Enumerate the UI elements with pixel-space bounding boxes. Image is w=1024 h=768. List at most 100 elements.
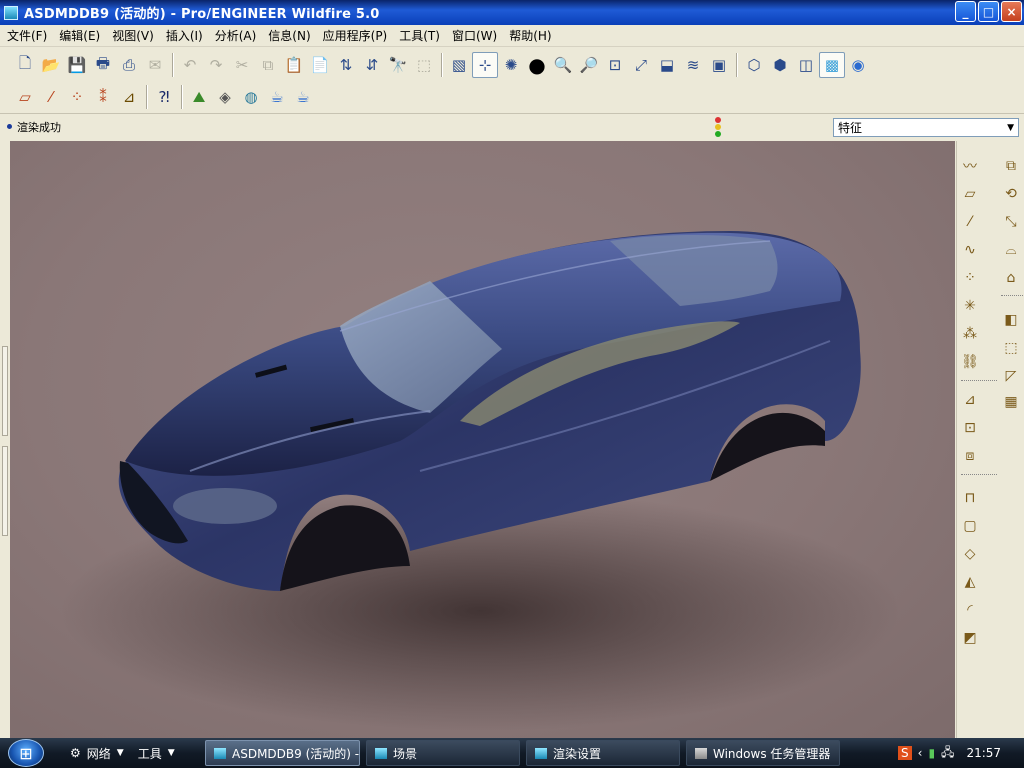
reorient-icon[interactable]: ⤢ (628, 52, 654, 78)
save-icon[interactable]: 💾 (64, 52, 90, 78)
paste-special-icon[interactable]: 📄 (307, 52, 333, 78)
datum-point-icon[interactable]: ⁘ (958, 266, 982, 290)
redo-icon[interactable]: ↷ (203, 52, 229, 78)
saved-views-icon[interactable]: ⬓ (654, 52, 680, 78)
start-button[interactable]: ⊞ (8, 739, 44, 767)
annotation-display-icon[interactable]: ⊿ (116, 84, 142, 110)
revolve-icon[interactable]: ⟲ (999, 182, 1023, 206)
sweep-icon[interactable]: ⤡ (999, 210, 1023, 234)
copy-feature-icon[interactable]: ⧈ (958, 444, 982, 468)
menu-info[interactable]: 信息(N) (265, 27, 319, 44)
network-status-icon[interactable]: 🖧 (941, 743, 954, 764)
enhanced-realism-icon[interactable]: ◉ (845, 52, 871, 78)
cut-icon[interactable]: ✂ (229, 52, 255, 78)
round-icon[interactable]: ◜ (958, 598, 982, 622)
menu-analysis[interactable]: 分析(A) (212, 27, 266, 44)
battery-icon[interactable]: ▮ (928, 746, 935, 760)
display-style-icon[interactable]: ● (524, 52, 550, 78)
menu-file[interactable]: 文件(F) (4, 27, 56, 44)
analysis-feature-icon[interactable]: ⁂ (958, 322, 982, 346)
navigator-sash-handle[interactable] (2, 346, 8, 436)
selection-box-icon[interactable]: ⬚ (411, 52, 437, 78)
chamfer-icon[interactable]: ◩ (958, 626, 982, 650)
datum-curve-icon[interactable]: ∿ (958, 238, 982, 262)
shading-icon[interactable]: ▩ (819, 52, 845, 78)
boundary-blend-icon[interactable]: ⌓ (999, 238, 1023, 262)
datum-point-display-icon[interactable]: ⁘ (64, 84, 90, 110)
task-task-manager[interactable]: Windows 任务管理器 (686, 740, 840, 766)
orient-mode-icon[interactable]: ✺ (498, 52, 524, 78)
hidden-line-icon[interactable]: ⬢ (767, 52, 793, 78)
fill-surface-icon[interactable]: ⌂ (999, 266, 1023, 290)
undo-icon[interactable]: ↶ (177, 52, 203, 78)
layers-icon[interactable]: ≋ (680, 52, 706, 78)
app-icon[interactable] (4, 5, 18, 20)
minimize-button[interactable]: _ (955, 1, 976, 22)
render-setup-icon[interactable]: ☕ (264, 84, 290, 110)
menu-insert[interactable]: 插入(I) (163, 27, 212, 44)
no-hidden-icon[interactable]: ◫ (793, 52, 819, 78)
new-file-icon[interactable]: 🗋 (12, 52, 38, 78)
chevron-down-icon[interactable]: ▼ (168, 748, 175, 758)
datum-plane-icon[interactable]: ▱ (958, 182, 982, 206)
find-icon[interactable]: 🔭 (385, 52, 411, 78)
menu-view[interactable]: 视图(V) (109, 27, 163, 44)
zoom-in-icon[interactable]: 🔍 (550, 52, 576, 78)
merge-icon[interactable]: ⬚ (999, 336, 1023, 360)
menu-edit[interactable]: 编辑(E) (56, 27, 109, 44)
selection-filter-dropdown[interactable]: 特征 ▼ (833, 118, 1019, 137)
navigator-sash-handle[interactable] (2, 446, 8, 536)
datum-graph-icon[interactable]: ⛓ (958, 350, 982, 374)
wireframe-icon[interactable]: ⬡ (741, 52, 767, 78)
menu-applications[interactable]: 应用程序(P) (320, 27, 397, 44)
print-preview-icon[interactable]: ⎙ (116, 52, 142, 78)
shell-icon[interactable]: ▢ (958, 514, 982, 538)
regeneration-status-icon[interactable] (711, 117, 725, 137)
mail-icon[interactable]: ✉ (142, 52, 168, 78)
coordinate-system-display-icon[interactable]: ⁑ (90, 84, 116, 110)
close-button[interactable]: × (1001, 1, 1022, 22)
toolbar-network-label[interactable]: 网络 (87, 745, 111, 762)
chevron-left-icon[interactable]: ‹ (918, 746, 923, 760)
task-render-settings[interactable]: 渲染设置 (526, 740, 680, 766)
scene-icon[interactable]: ⛰ (186, 84, 212, 110)
context-help-icon[interactable]: ⁈ (151, 84, 177, 110)
paste-icon[interactable]: 📋 (281, 52, 307, 78)
pattern-icon[interactable]: ▦ (999, 390, 1023, 414)
task-scene[interactable]: 场景 (366, 740, 520, 766)
network-icon[interactable]: ⚙ (70, 746, 81, 760)
sketch-icon[interactable]: 〰 (958, 154, 982, 178)
coordinate-system-icon[interactable]: ✳ (958, 294, 982, 318)
menu-tools[interactable]: 工具(T) (396, 27, 449, 44)
menu-window[interactable]: 窗口(W) (449, 27, 506, 44)
rib-icon[interactable]: ◭ (958, 570, 982, 594)
rendered-car-model[interactable] (10, 141, 955, 738)
chevron-down-icon[interactable]: ▼ (117, 748, 124, 758)
task-proe-main[interactable]: ASDMDDB9 (活动的) -... (205, 740, 360, 766)
title-bar[interactable]: ASDMDDB9 (活动的) - Pro/ENGINEER Wildfire 5… (0, 0, 1024, 25)
view-manager-icon[interactable]: ▣ (706, 52, 732, 78)
insert-mode-icon[interactable]: ⊿ (958, 388, 982, 412)
draft-icon[interactable]: ◇ (958, 542, 982, 566)
copy-icon[interactable]: ⧉ (255, 52, 281, 78)
render-region-icon[interactable]: ☕ (290, 84, 316, 110)
appearance-icon[interactable]: ◈ (212, 84, 238, 110)
refit-icon[interactable]: ⊡ (602, 52, 628, 78)
group-icon[interactable]: ⊡ (958, 416, 982, 440)
render-window-icon[interactable]: ◍ (238, 84, 264, 110)
datum-axis-display-icon[interactable]: ⁄ (38, 84, 64, 110)
toolbar-tools-label[interactable]: 工具 (138, 745, 162, 762)
print-icon[interactable]: 🖶 (90, 52, 116, 78)
open-folder-icon[interactable]: 📂 (38, 52, 64, 78)
ime-icon[interactable]: S (898, 746, 912, 760)
repaint-icon[interactable]: ▧ (446, 52, 472, 78)
datum-axis-icon[interactable]: ⁄ (958, 210, 982, 234)
trim-icon[interactable]: ◸ (999, 364, 1023, 388)
style-icon[interactable]: ⧉ (999, 154, 1023, 178)
mirror-icon[interactable]: ◧ (999, 308, 1023, 332)
clock[interactable]: 21:57 (966, 746, 1001, 760)
extrude-icon[interactable]: ⊓ (958, 486, 982, 510)
zoom-out-icon[interactable]: 🔎 (576, 52, 602, 78)
regenerate-manager-icon[interactable]: ⇵ (359, 52, 385, 78)
datum-plane-display-icon[interactable]: ▱ (12, 84, 38, 110)
